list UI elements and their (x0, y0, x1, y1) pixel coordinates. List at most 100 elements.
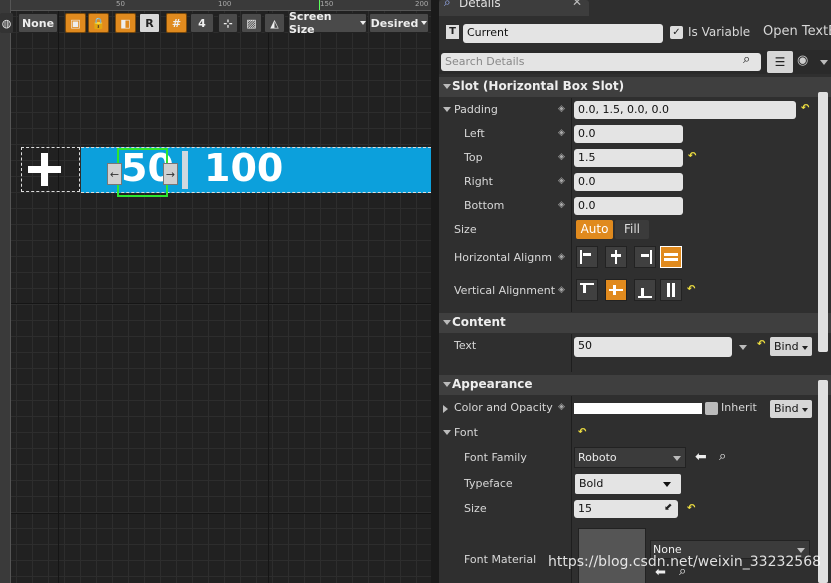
text-bind-button[interactable]: Bind (770, 337, 812, 356)
grid-line (0, 513, 431, 514)
keyframe-icon[interactable]: ◈ (558, 128, 565, 138)
browse-arrow-icon[interactable]: ⬅ (695, 449, 707, 465)
valign-fill-button[interactable] (660, 279, 682, 301)
chevron-down-icon (443, 382, 451, 387)
details-tab[interactable]: ⌕ Details ✕ (439, 0, 589, 16)
reset-icon[interactable]: ↶ (688, 151, 696, 162)
chevron-down-icon[interactable] (443, 430, 451, 435)
font-size-field[interactable]: 15 (574, 500, 678, 518)
grid-size-label: 4 (198, 16, 206, 30)
scrollbar-thumb-lower[interactable] (818, 380, 828, 583)
eye-icon[interactable]: ◉ (797, 53, 808, 68)
padding-summary-field[interactable]: 0.0, 1.5, 0.0, 0.0 (574, 101, 796, 119)
padding-right-field[interactable]: 0.0 (574, 173, 683, 191)
reset-icon[interactable]: ↶ (687, 503, 695, 514)
dashed-box-icon[interactable]: ▣ (65, 13, 86, 33)
image-icon[interactable]: ▨ (241, 13, 262, 33)
chevron-right-icon[interactable] (443, 405, 448, 413)
property-matrix-icon[interactable]: ☰ (767, 51, 793, 73)
close-icon[interactable]: ✕ (572, 0, 582, 9)
move-right-button[interactable]: → (163, 163, 178, 185)
reset-icon[interactable]: ↶ (687, 284, 695, 295)
padding-left-field[interactable]: 0.0 (574, 125, 683, 143)
open-text-block-button[interactable]: Open TextB (763, 24, 831, 39)
text-value-field[interactable]: 50 (574, 337, 732, 357)
content-section-header[interactable]: Content (439, 313, 831, 333)
align-fill-button[interactable] (660, 246, 682, 268)
content-section-title: Content (452, 315, 506, 329)
left-arrow-icon: ← (109, 167, 120, 181)
keyframe-icon[interactable]: ◈ (558, 252, 565, 262)
keyframe-icon[interactable]: ◈ (558, 402, 565, 412)
grid-size-dropdown[interactable]: 4 (190, 13, 214, 33)
color-swatch[interactable] (574, 403, 702, 414)
lock-icon[interactable]: 🔒 (88, 13, 109, 33)
valign-fill-icon (667, 283, 670, 297)
search-input[interactable]: Search Details (441, 53, 761, 71)
anchor-dropdown[interactable]: None (18, 13, 58, 33)
font-label: Font (454, 426, 478, 439)
valign-bottom-button[interactable] (634, 279, 656, 301)
chevron-down-icon (421, 21, 428, 25)
align-center-icon (615, 250, 617, 264)
reset-icon[interactable]: ↶ (801, 103, 809, 114)
font-family-label: Font Family (464, 451, 527, 464)
keyframe-icon[interactable]: ◈ (558, 200, 565, 210)
chevron-down-icon (443, 84, 451, 89)
reset-icon[interactable]: ↶ (757, 339, 765, 350)
r-toggle-button[interactable]: R (139, 13, 160, 33)
padding-bottom-field[interactable]: 0.0 (574, 197, 683, 215)
keyframe-icon[interactable]: ◈ (558, 285, 565, 295)
text-widget-max[interactable]: 100 (204, 146, 283, 190)
globe-icon[interactable]: ◍ (0, 13, 13, 33)
size-auto-button[interactable]: Auto (576, 220, 613, 239)
valign-center-button[interactable] (605, 279, 627, 301)
align-right-button[interactable] (634, 246, 656, 268)
align-left-button[interactable] (576, 246, 598, 268)
size-fill-button[interactable]: Fill (615, 220, 649, 239)
search-icon[interactable]: ⌕ (719, 449, 726, 464)
chevron-down-icon (663, 482, 671, 487)
chevron-down-icon[interactable] (443, 107, 451, 112)
text-widget-icon: T (446, 25, 459, 39)
align-right-icon (650, 250, 652, 264)
designer-viewport[interactable]: 50 100 150 200 ◍ None ▣ 🔒 ◧ R # 4 ⊹ ▨ ◭ … (0, 0, 431, 583)
respect-locks-icon[interactable]: ◧ (115, 13, 136, 33)
fill-mode-label: Desired (370, 16, 419, 30)
typeface-value: Bold (579, 477, 604, 490)
fill-mode-dropdown[interactable]: Desired (369, 13, 429, 33)
screen-size-label: Screen Size (289, 10, 332, 36)
chevron-down-icon[interactable] (739, 345, 747, 350)
typeface-dropdown[interactable]: Bold (575, 474, 681, 494)
column-separator (571, 98, 572, 312)
scrollbar-thumb[interactable] (818, 92, 828, 352)
widget-name-input[interactable]: Current (463, 24, 663, 43)
align-right-icon-bar (641, 254, 649, 257)
slot-section-header[interactable]: Slot (Horizontal Box Slot) (439, 77, 831, 97)
keyframe-icon[interactable]: ◈ (558, 176, 565, 186)
align-center-button[interactable] (605, 246, 627, 268)
appearance-section-header[interactable]: Appearance (439, 375, 831, 395)
valign-top-button[interactable] (576, 279, 598, 301)
designer-toolbar: ◍ None ▣ 🔒 ◧ R # 4 ⊹ ▨ ◭ Screen Size Des… (0, 0, 431, 36)
reset-icon[interactable]: ↶ (578, 427, 586, 438)
mirror-icon[interactable]: ◭ (264, 13, 285, 33)
color-bind-button[interactable]: Bind (770, 400, 812, 418)
keyframe-icon[interactable]: ◈ (558, 152, 565, 162)
grid-line (268, 0, 269, 583)
inherit-checkbox[interactable] (705, 402, 718, 415)
font-family-dropdown[interactable]: Roboto (574, 447, 686, 468)
move-left-button[interactable]: ← (107, 163, 122, 185)
chevron-down-icon[interactable] (820, 60, 828, 65)
screen-size-dropdown[interactable]: Screen Size (288, 10, 367, 36)
horizontal-alignment-label: Horizontal Alignme (454, 251, 552, 264)
transform-icon[interactable]: ⊹ (218, 13, 238, 33)
details-icon: ⌕ (444, 0, 451, 9)
align-center-icon-bar (611, 254, 621, 257)
panel-splitter[interactable] (431, 0, 439, 583)
is-variable-checkbox[interactable]: ✓ (670, 26, 683, 39)
padding-top-field[interactable]: 1.5 (574, 149, 683, 167)
color-opacity-label: Color and Opacity (454, 401, 553, 414)
grid-snap-icon[interactable]: # (166, 13, 187, 33)
keyframe-icon[interactable]: ◈ (558, 104, 565, 114)
